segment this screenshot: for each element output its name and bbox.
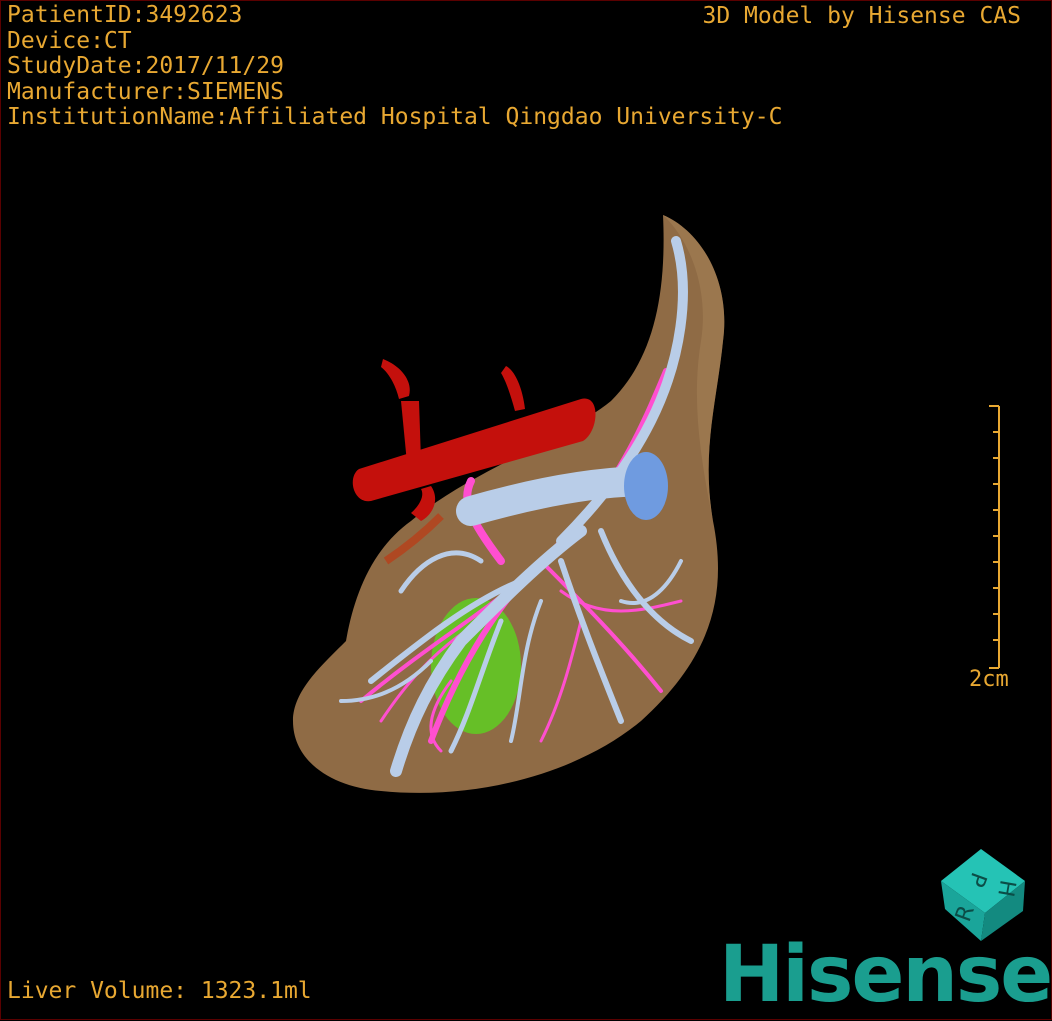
institution-name: InstitutionName:Affiliated Hospital Qing…	[7, 104, 783, 130]
manufacturer: Manufacturer:SIEMENS	[7, 78, 284, 105]
hisense-logo: Hisense	[719, 930, 1052, 1020]
3d-liver-model[interactable]: P R H	[1, 1, 1052, 1021]
portal-vein-stump	[624, 452, 668, 520]
device: Device:CT	[7, 27, 132, 54]
liver-volume: Liver Volume: 1323.1ml	[7, 978, 312, 1004]
scale-bar	[989, 405, 1000, 669]
patient-id: PatientID:3492623	[7, 2, 243, 28]
orientation-cube[interactable]: P R H	[941, 849, 1025, 941]
scale-bar-label: 2cm	[969, 667, 1009, 692]
dicom-info: PatientID:3492623 Device:CT StudyDate:20…	[7, 2, 783, 131]
3d-viewport[interactable]: P R H PatientID:3492623 Device:CT StudyD…	[0, 0, 1052, 1020]
viewer-title: 3D Model by Hisense CAS	[702, 3, 1022, 29]
study-date: StudyDate:2017/11/29	[7, 53, 284, 79]
